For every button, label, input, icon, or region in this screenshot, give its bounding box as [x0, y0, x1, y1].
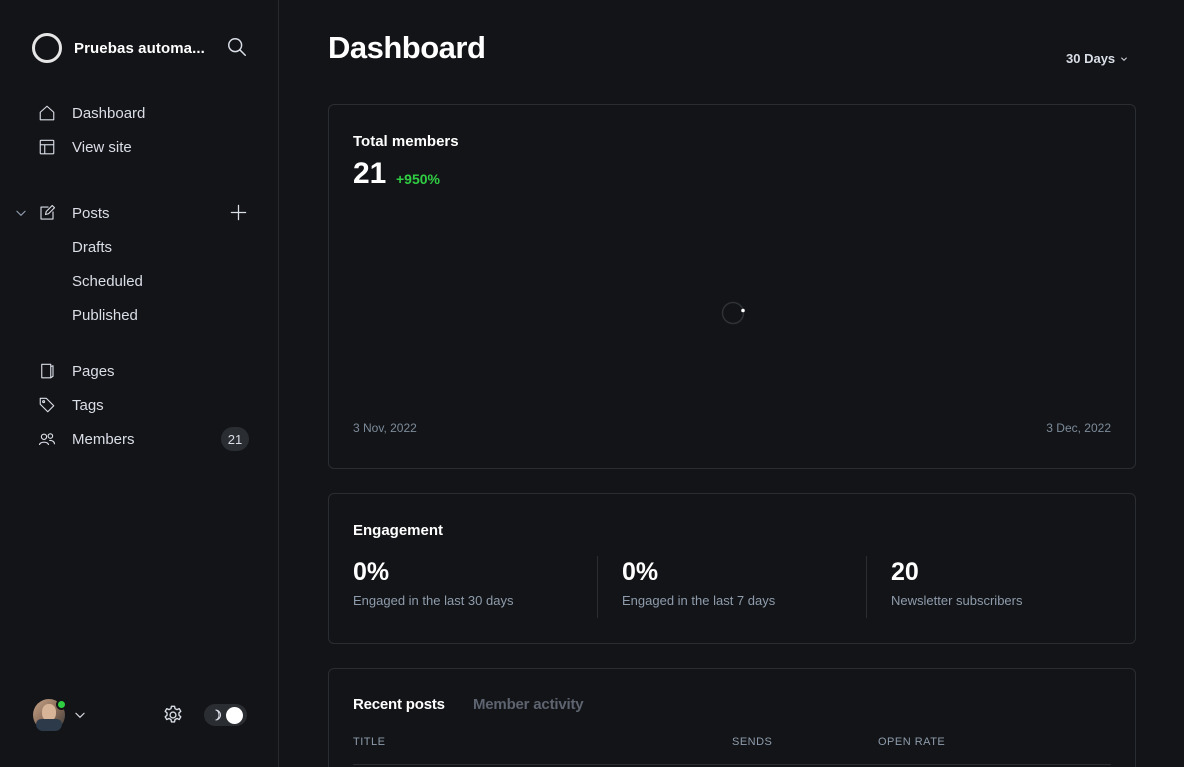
metric-label: Engaged in the last 30 days [353, 593, 514, 608]
members-value: 21 [353, 157, 387, 190]
sidebar-item-pages[interactable]: Pages [38, 359, 115, 383]
sidebar-item-label: Scheduled [72, 272, 143, 290]
home-icon [39, 105, 55, 121]
members-icon [38, 433, 56, 446]
recent-posts-card: Recent posts Member activity TITLE SENDS… [328, 668, 1136, 767]
loading-spinner-icon [721, 301, 745, 325]
sidebar-item-posts[interactable]: Posts [38, 201, 110, 225]
metric-divider [866, 556, 867, 618]
metric-value: 0% [353, 558, 390, 586]
add-post-icon[interactable] [229, 203, 248, 222]
sidebar-item-view-site[interactable]: View site [38, 135, 132, 159]
metric-engaged-30: 0% Engaged in the last 30 days [353, 558, 513, 608]
sidebar-item-label: View site [72, 138, 132, 156]
sidebar-item-label: Dashboard [72, 104, 146, 122]
date-range-value: 30 Days [1066, 51, 1116, 66]
edit-icon [40, 204, 56, 220]
tag-icon [39, 397, 55, 413]
moon-icon [215, 709, 221, 721]
layout-icon [39, 139, 55, 155]
sidebar-item-members[interactable]: Members [38, 427, 135, 451]
online-status-dot [56, 699, 67, 710]
sidebar: Pruebas automa... Dashboard View site Po… [0, 0, 279, 767]
date-range-select[interactable]: 30 Days [1066, 51, 1128, 66]
metric-newsletter: 20 Newsletter subscribers [891, 558, 1023, 608]
dark-mode-toggle[interactable] [204, 704, 247, 726]
sidebar-item-label: Drafts [72, 238, 113, 256]
chart-start-date: 3 Nov, 2022 [353, 421, 417, 435]
tab-member-activity[interactable]: Member activity [473, 696, 584, 713]
metric-label: Engaged in the last 7 days [622, 593, 776, 608]
total-members-card: Total members 21 +950% 3 Nov, 2022 3 Dec… [328, 104, 1136, 469]
sidebar-item-drafts[interactable]: Drafts [72, 235, 112, 259]
column-header-open-rate: OPEN RATE [878, 736, 946, 748]
tab-recent-posts[interactable]: Recent posts [353, 696, 445, 713]
sidebar-item-label: Pages [72, 362, 115, 380]
column-header-sends: SENDS [732, 736, 773, 748]
site-logo-icon [32, 33, 62, 63]
gear-icon[interactable] [162, 704, 184, 726]
column-header-title: TITLE [353, 736, 386, 748]
page-title: Dashboard [328, 30, 486, 65]
sidebar-item-label: Tags [72, 396, 104, 414]
chevron-down-icon[interactable] [73, 708, 87, 722]
sidebar-item-label: Published [72, 306, 138, 324]
metric-label: Newsletter subscribers [891, 593, 1023, 608]
metric-engaged-7: 0% Engaged in the last 7 days [622, 558, 775, 608]
metric-divider [597, 556, 598, 618]
sidebar-item-label: Posts [72, 204, 110, 222]
site-brand[interactable]: Pruebas automa... [32, 32, 205, 64]
card-heading: Engagement [353, 522, 444, 539]
search-icon[interactable] [226, 36, 248, 58]
card-heading: Total members [353, 133, 459, 150]
sidebar-item-label: Members [72, 430, 135, 448]
members-change: +950% [396, 171, 440, 187]
sidebar-item-dashboard[interactable]: Dashboard [38, 101, 145, 125]
site-title: Pruebas automa... [74, 39, 205, 57]
sidebar-item-published[interactable]: Published [72, 303, 138, 327]
chevron-down-icon [1121, 57, 1127, 61]
pages-icon [41, 363, 54, 379]
chart-end-date: 3 Dec, 2022 [1046, 421, 1111, 435]
table-divider [353, 764, 1111, 765]
engagement-card: Engagement 0% Engaged in the last 30 day… [328, 493, 1136, 644]
sidebar-item-tags[interactable]: Tags [38, 393, 104, 417]
toggle-knob [226, 707, 243, 724]
sidebar-item-scheduled[interactable]: Scheduled [72, 269, 143, 293]
chevron-down-icon[interactable] [14, 206, 28, 220]
metric-value: 0% [622, 558, 659, 586]
metric-value: 20 [891, 558, 919, 586]
members-count-badge: 21 [221, 427, 249, 451]
